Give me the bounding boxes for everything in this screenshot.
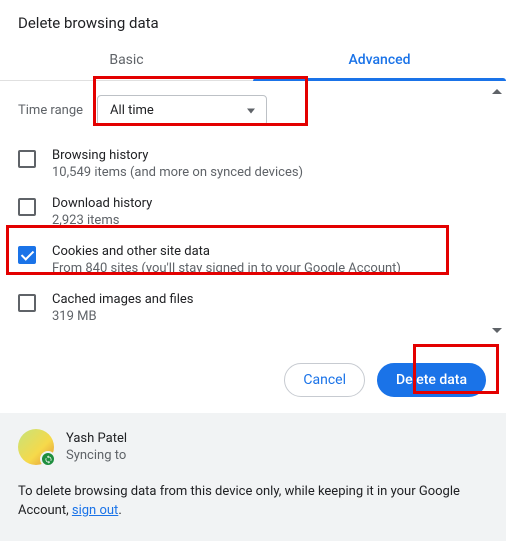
option-cached[interactable]: Cached images and files 319 MB <box>18 284 488 332</box>
option-title: Download history <box>52 196 152 211</box>
time-range-value: All time <box>110 103 154 118</box>
tab-advanced[interactable]: Advanced <box>253 42 506 80</box>
time-range-select[interactable]: All time <box>97 95 267 126</box>
signout-info: To delete browsing data from this device… <box>18 483 488 521</box>
option-subtitle: 319 MB <box>52 309 193 324</box>
option-subtitle: From 840 sites (you'll stay signed in to… <box>52 261 401 276</box>
chevron-down-icon <box>247 108 255 113</box>
option-download-history[interactable]: Download history 2,923 items <box>18 188 488 236</box>
account-name: Yash Patel <box>66 431 127 446</box>
signout-link[interactable]: sign out <box>72 503 118 518</box>
info-suffix: . <box>118 503 121 518</box>
time-range-row: Time range All time <box>18 81 488 140</box>
option-title: Cookies and other site data <box>52 244 401 259</box>
time-range-label: Time range <box>18 103 83 118</box>
options-area: Time range All time Browsing history 10,… <box>0 81 506 341</box>
cancel-button[interactable]: Cancel <box>284 363 365 397</box>
option-cookies[interactable]: Cookies and other site data From 840 sit… <box>18 236 488 284</box>
scroll-up-icon[interactable] <box>492 89 502 94</box>
account-sync-status: Syncing to <box>66 448 127 463</box>
avatar <box>18 429 54 465</box>
checkbox-browsing-history[interactable] <box>18 150 36 168</box>
option-title: Browsing history <box>52 148 303 163</box>
scrollbar[interactable] <box>490 89 504 333</box>
tab-basic[interactable]: Basic <box>0 42 253 80</box>
option-title: Cached images and files <box>52 292 193 307</box>
tabs: Basic Advanced <box>0 42 506 81</box>
account-row: Yash Patel Syncing to <box>18 429 488 465</box>
sync-icon <box>40 451 56 467</box>
delete-data-button[interactable]: Delete data <box>377 363 486 397</box>
scroll-down-icon[interactable] <box>492 328 502 333</box>
account-panel: Yash Patel Syncing to To delete browsing… <box>0 413 506 541</box>
checkbox-download-history[interactable] <box>18 198 36 216</box>
checkbox-cookies[interactable] <box>18 246 36 264</box>
footer-buttons: Cancel Delete data <box>0 341 506 413</box>
checkbox-cached[interactable] <box>18 294 36 312</box>
dialog-title: Delete browsing data <box>0 0 506 42</box>
option-subtitle: 10,549 items (and more on synced devices… <box>52 165 303 180</box>
option-browsing-history[interactable]: Browsing history 10,549 items (and more … <box>18 140 488 188</box>
option-subtitle: 2,923 items <box>52 213 152 228</box>
